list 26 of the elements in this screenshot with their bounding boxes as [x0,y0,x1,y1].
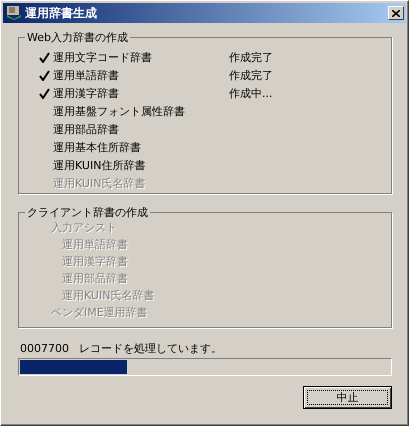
dictionary-label: 運用KUIN氏名辞書 [53,176,146,190]
status-message: レコードを処理しています。 [79,342,222,354]
record-count: 0007700 [20,342,69,354]
dictionary-label: 運用部品辞書 [53,122,120,136]
dictionary-label: 運用単語辞書 [53,68,120,82]
dictionary-label: 運用部品辞書 [62,272,129,285]
group-title: Web入力辞書の作成 [26,31,129,44]
dictionary-label: 運用基盤フォント属性辞書 [53,104,186,118]
dictionary-label: 運用基本住所辞書 [53,140,142,154]
close-button[interactable] [388,6,404,20]
dictionary-label: 運用文字コード辞書 [53,50,153,64]
dictionary-label: 運用単語辞書 [62,238,129,251]
close-icon [392,10,400,16]
group-title: クライアント辞書の作成 [26,206,149,219]
status-text: 作成中... [229,86,272,100]
dictionary-label: 運用KUIN氏名辞書 [62,289,156,302]
dictionary-label: 運用漢字辞書 [53,86,120,100]
dictionary-label: 入力アシスト [51,221,118,234]
window-title: 運用辞書生成 [25,6,98,20]
dictionary-label: ベンダIME運用辞書 [51,306,149,319]
book-icon [6,5,22,21]
dictionary-label: 運用KUIN住所辞書 [53,158,146,172]
dictionary-label: 運用漢字辞書 [62,255,129,268]
cancel-button[interactable]: 中止 [303,386,392,409]
status-text: 作成完了 [229,50,273,64]
status-text: 作成完了 [229,68,273,82]
